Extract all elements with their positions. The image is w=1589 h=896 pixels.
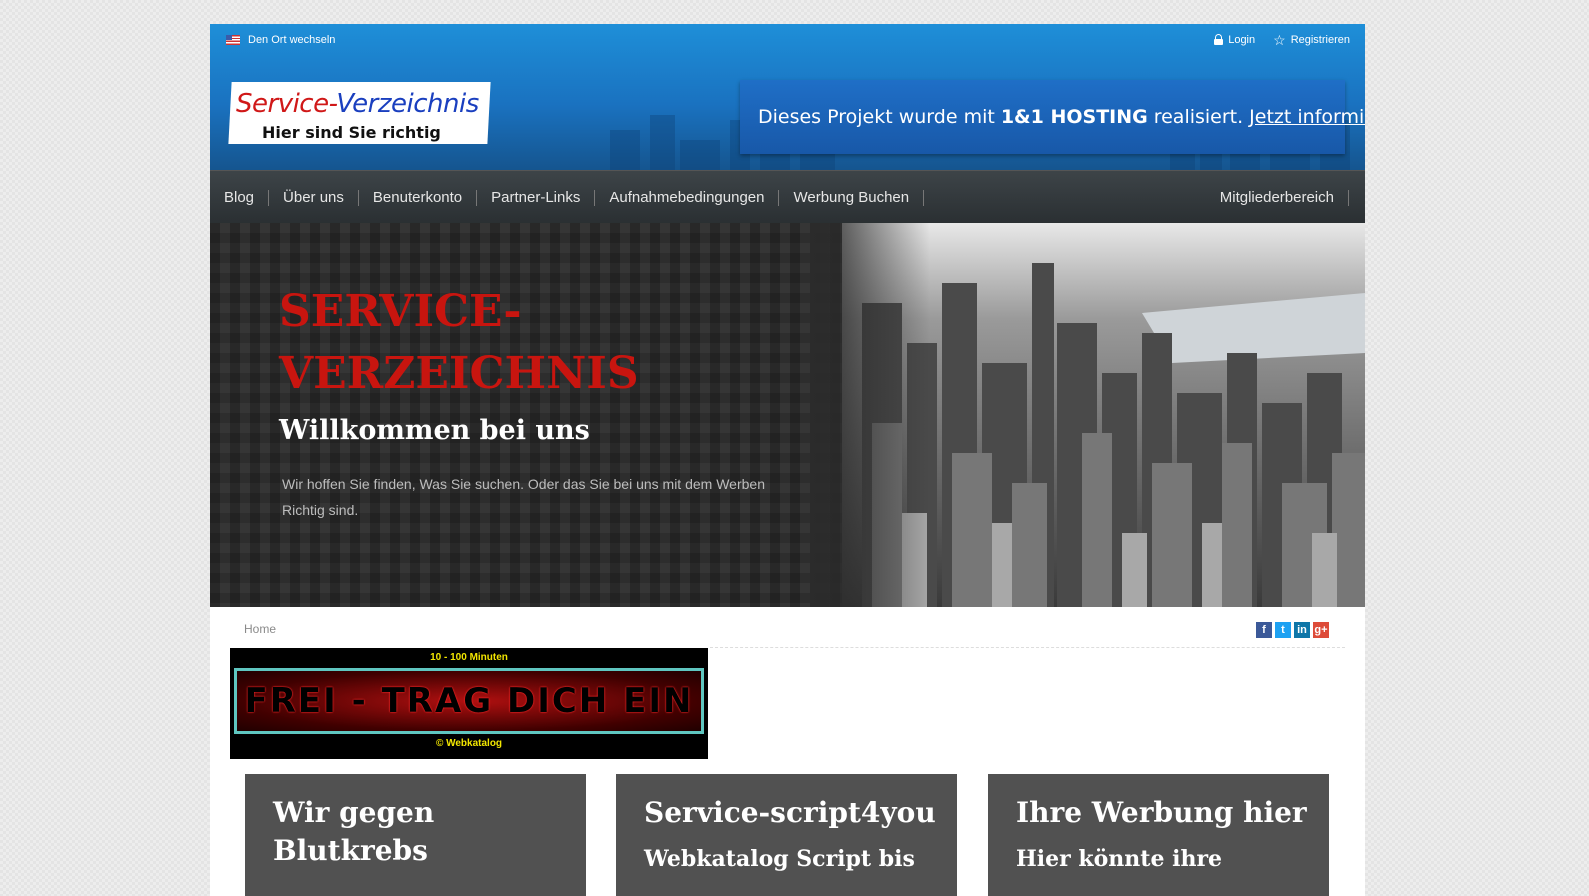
page-container: Den Ort wechseln Login ☆ Registrieren Se… [210,24,1365,896]
hero-title: SERVICE-VERZEICHNIS [279,286,639,399]
social-share-icons: f t in g+ [1256,622,1329,638]
card-title: Wir gegen Blutkrebs [273,796,435,867]
location-label: Den Ort wechseln [248,34,336,46]
nav-item-account[interactable]: Benuterkonto [359,189,478,206]
promo-main-box: FREI - TRAG DICH EIN [234,668,704,734]
promo-top-text: 10 - 100 Minuten [430,652,508,663]
feature-card-werbung[interactable]: Ihre Werbung hier Hier könnte ihre [988,774,1329,896]
lock-icon [1213,34,1224,46]
linkedin-icon[interactable]: in [1294,622,1310,638]
ad-brand: 1&1 HOSTING [1000,106,1148,128]
card-subtitle: Hier könnte ihre [1016,846,1223,872]
star-icon: ☆ [1273,31,1286,48]
location-switcher[interactable]: Den Ort wechseln [226,34,335,46]
nav-item-about[interactable]: Über uns [269,189,359,206]
nav-right: Mitgliederbereich [1206,171,1349,224]
promo-main-text: FREI - TRAG DICH EIN [244,681,694,721]
ad-text-after: realisiert. [1153,106,1244,128]
promo-banner[interactable]: 10 - 100 Minuten FREI - TRAG DICH EIN © … [230,648,708,759]
card-title: Ihre Werbung hier [1016,796,1307,829]
logo-subtitle: Hier sind Sie richtig [262,123,441,142]
register-label: Registrieren [1290,34,1350,46]
nav-item-blog[interactable]: Blog [210,189,270,206]
hero-text: Wir hoffen Sie finden, Was Sie suchen. O… [282,476,765,518]
feature-card-script4you[interactable]: Service-script4you Webkatalog Script bis [616,774,957,896]
site-logo[interactable]: Service-Verzeichnis Hier sind Sie richti… [228,82,491,144]
login-link[interactable]: Login [1213,34,1255,46]
site-header: Den Ort wechseln Login ☆ Registrieren Se… [210,24,1365,170]
hero-subtitle: Willkommen bei uns [279,415,590,446]
register-link[interactable]: ☆ Registrieren [1273,31,1350,48]
card-title: Service-script4you [644,796,936,829]
ad-text-before: Dieses Projekt wurde mit [758,106,995,128]
twitter-icon[interactable]: t [1275,622,1291,638]
breadcrumb-home[interactable]: Home [244,622,276,636]
account-links: Login ☆ Registrieren [1213,31,1350,48]
logo-title-part2: Verzeichnis [336,89,479,119]
nav-item-advertising[interactable]: Werbung Buchen [779,189,925,206]
feature-card-blutkrebs[interactable]: Wir gegen Blutkrebs [245,774,586,896]
us-flag-icon [226,35,240,45]
logo-title: Service-Verzeichnis [236,89,479,119]
nav-item-members-area[interactable]: Mitgliederbereich [1206,189,1349,206]
card-subtitle: Webkatalog Script bis [644,846,915,872]
nav-item-conditions[interactable]: Aufnahmebedingungen [595,189,780,206]
google-plus-icon[interactable]: g+ [1313,622,1329,638]
hero-fade-overlay [810,223,930,607]
login-label: Login [1228,34,1256,46]
promo-bottom-text: © Webkatalog [435,738,503,749]
main-navigation: Blog Über uns Benuterkonto Partner-Links… [210,170,1365,224]
nav-item-partner-links[interactable]: Partner-Links [477,189,596,206]
facebook-icon[interactable]: f [1256,622,1272,638]
hero-section: SERVICE-VERZEICHNIS Willkommen bei uns W… [210,223,1365,607]
nav-list: Blog Über uns Benuterkonto Partner-Links… [210,171,925,224]
hosting-ad-banner[interactable]: Dieses Projekt wurde mit 1&1 HOSTING rea… [740,80,1365,154]
content-divider [710,647,1345,648]
ad-link[interactable]: Jetzt informieren! [1249,106,1365,128]
logo-title-part1: Service- [236,89,337,119]
